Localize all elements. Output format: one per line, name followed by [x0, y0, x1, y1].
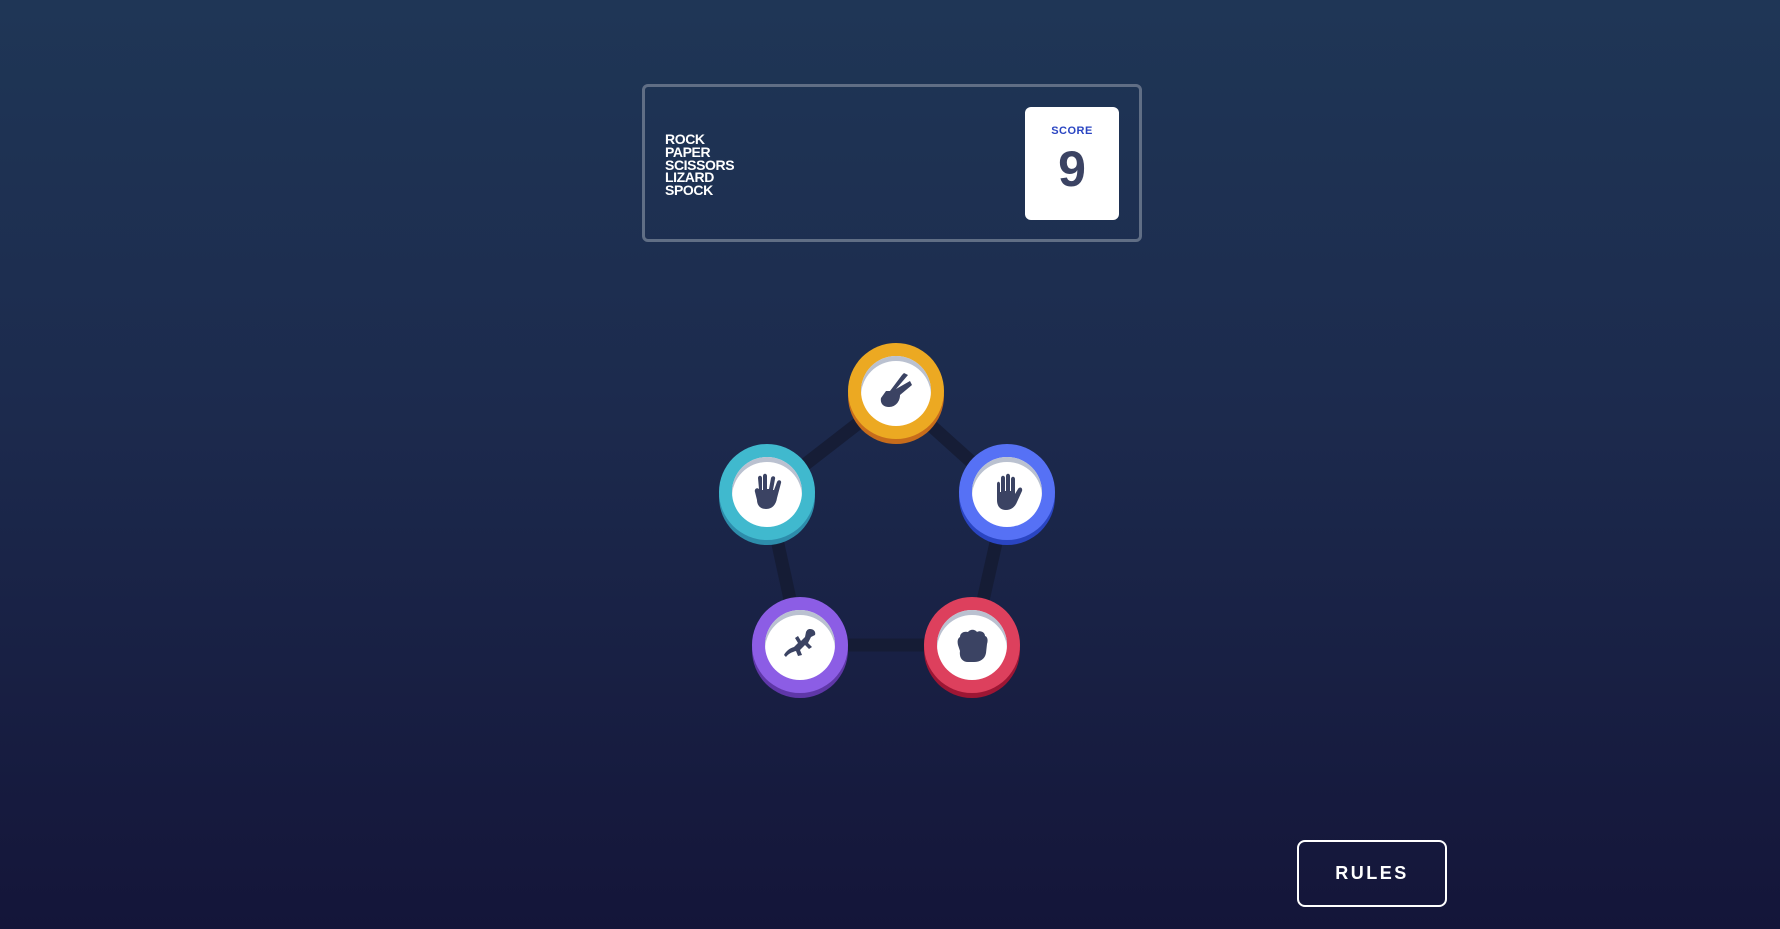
title-line-spock: Spock [665, 182, 713, 199]
spock-token-face [732, 457, 802, 527]
scissors-token[interactable] [848, 343, 944, 443]
game-header: Rock Paper Scissors Lizard Spock Score 9 [642, 84, 1142, 242]
lizard-token-face [765, 610, 835, 680]
paper-hand-icon [997, 473, 1023, 510]
scissors-hand-icon [880, 373, 912, 407]
lizard-icon [784, 629, 816, 657]
paper-token-face [972, 457, 1042, 527]
spock-token[interactable] [719, 444, 815, 544]
rock-fist-icon [957, 629, 988, 662]
score-value: 9 [1058, 141, 1086, 197]
lizard-token[interactable] [752, 597, 848, 697]
scissors-token-face [861, 356, 931, 426]
score-label: Score [1051, 125, 1093, 137]
game-title: Rock Paper Scissors Lizard Spock [665, 132, 735, 199]
paper-token[interactable] [959, 444, 1055, 544]
score-box: Score 9 [1025, 107, 1119, 220]
spock-hand-icon [754, 473, 782, 509]
rules-button[interactable]: RULES [1297, 840, 1447, 907]
rock-token-face [937, 610, 1007, 680]
rock-token[interactable] [924, 597, 1020, 697]
